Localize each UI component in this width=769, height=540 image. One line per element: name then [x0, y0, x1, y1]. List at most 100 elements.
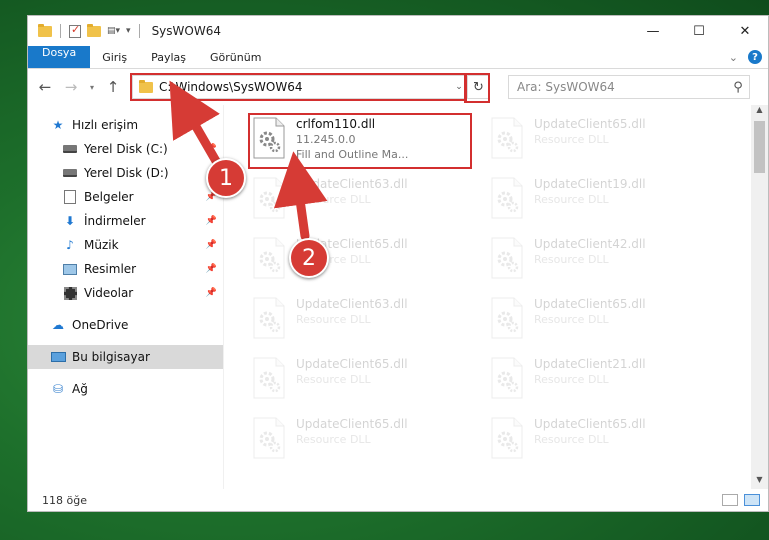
back-button[interactable]: ←	[34, 76, 56, 98]
window-controls: — ☐ ✕	[630, 16, 768, 46]
videos-icon	[62, 286, 78, 300]
file-item-crlfom110[interactable]: crlfom110.dll 11.245.0.0 Fill and Outline …	[248, 113, 486, 173]
file-grid: crlfom110.dll 11.245.0.0 Fill and Outline …	[248, 113, 751, 473]
pin-icon[interactable]: 📌	[206, 216, 217, 226]
scroll-up-icon[interactable]: ▲	[751, 105, 768, 119]
up-button[interactable]: ↑	[102, 76, 124, 98]
file-name: UpdateClient63.dll	[296, 297, 408, 311]
vertical-scrollbar[interactable]: ▲ ▼	[751, 105, 768, 489]
file-item[interactable]: UpdateClient65.dll Resource DLL	[248, 353, 486, 413]
sidebar-item-disk-d[interactable]: Yerel Disk (D:)	[28, 161, 223, 185]
dll-file-icon	[252, 357, 286, 399]
file-name: UpdateClient42.dll	[534, 237, 646, 251]
file-name: UpdateClient63.dll	[296, 177, 408, 191]
dll-file-icon	[490, 177, 524, 219]
file-description: Resource DLL	[296, 313, 371, 326]
file-item[interactable]: UpdateClient65.dll Resource DLL	[486, 413, 724, 473]
item-count: 118 öğe	[42, 493, 87, 507]
sidebar-item-this-pc[interactable]: Bu bilgisayar	[28, 345, 223, 369]
file-description: Resource DLL	[296, 193, 371, 206]
file-item[interactable]: UpdateClient65.dll Resource DLL	[248, 413, 486, 473]
drive-icon	[62, 166, 78, 180]
sidebar-item-quick-access[interactable]: ★ Hızlı erişim	[28, 113, 223, 137]
dll-file-icon	[252, 417, 286, 459]
pin-icon[interactable]: 📌	[206, 144, 217, 154]
tab-file[interactable]: Dosya	[28, 46, 91, 68]
file-description: Resource DLL	[296, 373, 371, 386]
folder-icon	[139, 79, 153, 93]
sidebar-item-music[interactable]: ♪ Müzik 📌	[28, 233, 223, 257]
pin-icon[interactable]: 📌	[206, 240, 217, 250]
tiles-view-icon[interactable]	[744, 494, 760, 506]
address-bar[interactable]: C:\Windows\SysWOW64 ⌄ ↻	[130, 73, 490, 103]
sidebar-item-documents[interactable]: Belgeler 📌	[28, 185, 223, 209]
file-item[interactable]: UpdateClient65.dll Resource DLL	[486, 293, 724, 353]
details-view-icon[interactable]	[722, 494, 738, 506]
pin-icon[interactable]: 📌	[206, 264, 217, 274]
dll-file-icon	[490, 117, 524, 159]
help-icon[interactable]: ?	[748, 50, 762, 64]
sidebar-item-videos[interactable]: Videolar 📌	[28, 281, 223, 305]
search-input[interactable]: Ara: SysWOW64	[517, 80, 727, 94]
file-description: Resource DLL	[534, 433, 609, 446]
callout-badge-2: 2	[289, 238, 329, 278]
main-area: ★ Hızlı erişim Yerel Disk (C:) 📌 Yerel D…	[28, 105, 768, 489]
sidebar-item-label: Resimler	[84, 262, 137, 276]
sidebar-item-downloads[interactable]: ⬇ İndirmeler 📌	[28, 209, 223, 233]
file-description: Resource DLL	[534, 253, 609, 266]
forward-button[interactable]: →	[60, 76, 82, 98]
sidebar-item-disk-c[interactable]: Yerel Disk (C:) 📌	[28, 137, 223, 161]
expand-ribbon-icon[interactable]: ⌄	[729, 51, 738, 64]
window-title: SysWOW64	[151, 24, 221, 38]
file-item[interactable]: UpdateClient63.dll Resource DLL	[248, 173, 486, 233]
file-list: crlfom110.dll 11.245.0.0 Fill and Outline …	[224, 105, 751, 489]
sidebar-item-onedrive[interactable]: ☁ OneDrive	[28, 313, 223, 337]
address-dropdown-icon[interactable]: ⌄	[451, 82, 467, 92]
minimize-button[interactable]: —	[630, 16, 676, 46]
file-name: UpdateClient65.dll	[534, 117, 646, 131]
file-version: 11.245.0.0	[296, 133, 356, 146]
file-description: Resource DLL	[534, 373, 609, 386]
file-name: UpdateClient65.dll	[296, 357, 408, 371]
new-folder-icon[interactable]	[87, 23, 101, 37]
tab-view[interactable]: Görünüm	[198, 46, 273, 68]
properties-icon[interactable]	[69, 23, 81, 38]
file-description: Resource DLL	[534, 193, 609, 206]
search-box[interactable]: Ara: SysWOW64 ⚲	[508, 75, 750, 99]
ribbon-tabs: Dosya Giriş Paylaş Görünüm ⌄ ?	[28, 46, 768, 69]
dll-file-icon	[252, 117, 286, 159]
pin-icon[interactable]: 📌	[206, 288, 217, 298]
sidebar-item-label: Bu bilgisayar	[72, 350, 150, 364]
navigation-bar: ← → ▾ ↑ C:\Windows\SysWOW64 ⌄ ↻ Ara: Sys…	[28, 69, 768, 105]
toolbar-dropdown-icon[interactable]: ▾	[126, 26, 131, 36]
file-name: UpdateClient19.dll	[534, 177, 646, 191]
close-button[interactable]: ✕	[722, 16, 768, 46]
sidebar-item-pictures[interactable]: Resimler 📌	[28, 257, 223, 281]
sidebar-item-label: Videolar	[84, 286, 134, 300]
star-icon: ★	[52, 118, 64, 132]
scroll-down-icon[interactable]: ▼	[751, 475, 768, 489]
sidebar-item-label: Yerel Disk (C:)	[84, 142, 168, 156]
sidebar-item-network[interactable]: ⛁ Ağ	[28, 377, 223, 401]
file-item[interactable]: UpdateClient42.dll Resource DLL	[486, 233, 724, 293]
scroll-thumb[interactable]	[754, 121, 765, 173]
recent-locations-button[interactable]: ▾	[86, 76, 98, 98]
search-icon[interactable]: ⚲	[727, 80, 749, 95]
file-item[interactable]: UpdateClient65.dll Resource DLL	[248, 233, 486, 293]
file-item[interactable]: UpdateClient19.dll Resource DLL	[486, 173, 724, 233]
pictures-icon	[62, 262, 78, 276]
maximize-button[interactable]: ☐	[676, 16, 722, 46]
file-item[interactable]: UpdateClient63.dll Resource DLL	[248, 293, 486, 353]
dll-file-icon	[490, 297, 524, 339]
refresh-button[interactable]: ↻	[467, 75, 489, 99]
file-item[interactable]: UpdateClient65.dll Resource DLL	[486, 113, 724, 173]
tab-share[interactable]: Paylaş	[139, 46, 198, 68]
dll-file-icon	[490, 357, 524, 399]
file-item[interactable]: UpdateClient21.dll Resource DLL	[486, 353, 724, 413]
address-path[interactable]: C:\Windows\SysWOW64	[159, 80, 451, 94]
tab-home[interactable]: Giriş	[90, 46, 139, 68]
callout-badge-1: 1	[206, 158, 246, 198]
customize-toolbar-icon[interactable]: ▤▾	[107, 26, 120, 36]
sidebar-item-label: Hızlı erişim	[72, 118, 139, 132]
file-name: UpdateClient21.dll	[534, 357, 646, 371]
